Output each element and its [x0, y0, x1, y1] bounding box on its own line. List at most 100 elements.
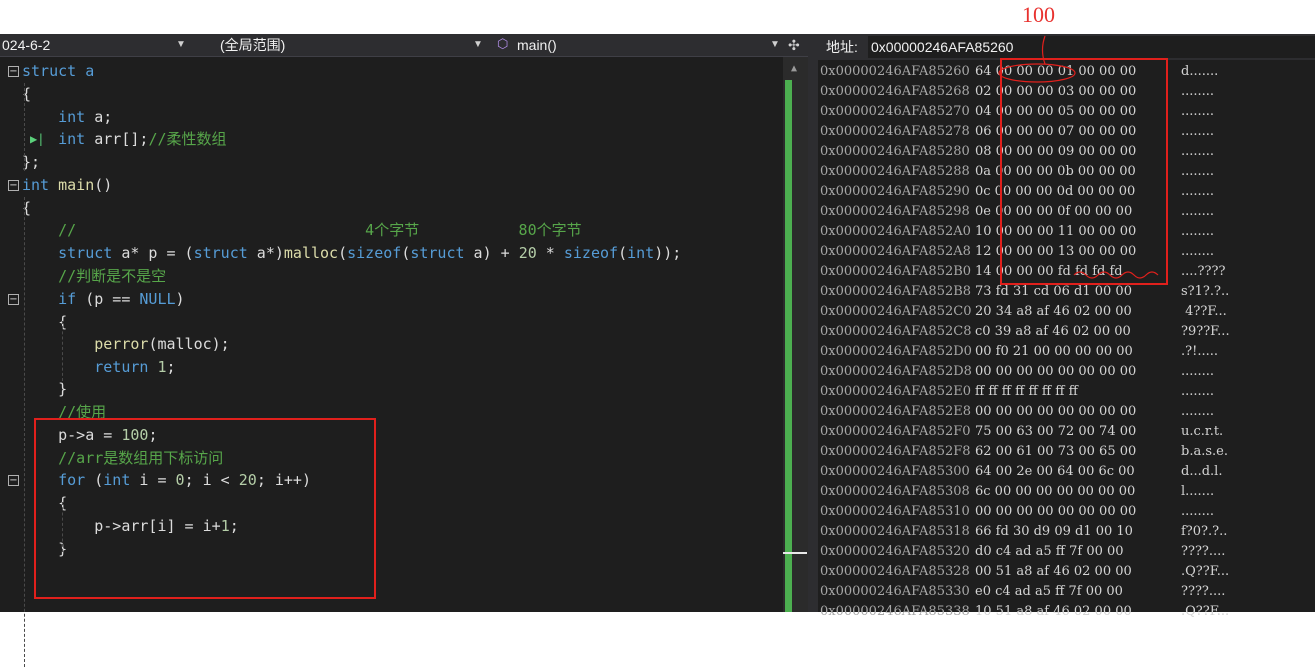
memory-hex-bytes: 73 fd 31 cd 06 d1 00 00	[975, 284, 1132, 299]
code-line[interactable]: int main()	[22, 174, 112, 196]
memory-hex-bytes: 00 f0 21 00 00 00 00 00	[975, 344, 1133, 359]
pane-divider[interactable]	[808, 34, 818, 612]
code-line[interactable]: {	[22, 311, 67, 333]
memory-row[interactable]: 0x00000246AFA852D8 00 00 00 00 00 00 00 0…	[818, 362, 1315, 382]
code-token: ; i <	[184, 471, 239, 489]
code-line[interactable]: }	[22, 378, 67, 400]
code-line[interactable]: for (int i = 0; i < 20; i++)	[22, 469, 311, 491]
code-line[interactable]: struct a	[22, 60, 94, 82]
memory-row[interactable]: 0x00000246AFA85318 66 fd 30 d9 09 d1 00 1…	[818, 522, 1315, 542]
collapse-toggle-icon[interactable]: −	[8, 475, 19, 486]
memory-hex-bytes: 0e 00 00 00 0f 00 00 00	[975, 204, 1133, 219]
memory-row[interactable]: 0x00000246AFA852E8 00 00 00 00 00 00 00 0…	[818, 402, 1315, 422]
scroll-up-icon[interactable]: ▲	[791, 63, 797, 74]
chevron-down-icon[interactable]: ▼	[770, 34, 780, 56]
memory-ascii: .Q??F...	[1181, 604, 1230, 619]
code-line[interactable]: }	[22, 538, 67, 560]
memory-row[interactable]: 0x00000246AFA852B0 14 00 00 00 fd fd fd f…	[818, 262, 1315, 282]
address-input[interactable]: 0x00000246AFA85260	[868, 36, 1315, 58]
memory-row[interactable]: 0x00000246AFA85288 0a 00 00 00 0b 00 00 0…	[818, 162, 1315, 182]
nav-file-dropdown[interactable]: 024-6-2	[2, 34, 50, 56]
memory-row[interactable]: 0x00000246AFA852F0 75 00 63 00 72 00 74 0…	[818, 422, 1315, 442]
memory-row[interactable]: 0x00000246AFA85310 00 00 00 00 00 00 00 0…	[818, 502, 1315, 522]
chevron-down-icon[interactable]: ▼	[176, 34, 186, 56]
collapse-toggle-icon[interactable]: −	[8, 66, 19, 77]
memory-row[interactable]: 0x00000246AFA85290 0c 00 00 00 0d 00 00 0…	[818, 182, 1315, 202]
code-token: {	[22, 313, 68, 331]
memory-row[interactable]: 0x00000246AFA852C0 20 34 a8 af 46 02 00 0…	[818, 302, 1315, 322]
memory-address: 0x00000246AFA85318	[820, 524, 970, 539]
code-token: ;	[166, 358, 176, 376]
memory-address: 0x00000246AFA85288	[820, 164, 970, 179]
memory-hex-bytes: 10 00 00 00 11 00 00 00	[975, 224, 1137, 239]
memory-row[interactable]: 0x00000246AFA85330 e0 c4 ad a5 ff 7f 00 0…	[818, 582, 1315, 602]
memory-ascii: ........	[1181, 164, 1215, 179]
code-line[interactable]: p->a = 100;	[22, 424, 157, 446]
memory-hex-bytes: 0c 00 00 00 0d 00 00 00	[975, 184, 1136, 199]
code-line[interactable]: struct a* p = (struct a*)malloc(sizeof(s…	[22, 242, 681, 264]
memory-ascii: ........	[1181, 104, 1215, 119]
code-token: ));	[654, 244, 682, 262]
code-line[interactable]: int arr[];//柔性数组	[22, 128, 226, 150]
scroll-position-marker	[783, 552, 807, 554]
nav-scope-dropdown[interactable]: (全局范围)	[220, 34, 285, 56]
memory-ascii: ........	[1181, 184, 1215, 199]
memory-row[interactable]: 0x00000246AFA852A8 12 00 00 00 13 00 00 0…	[818, 242, 1315, 262]
code-token: (p ==	[76, 290, 140, 308]
code-line[interactable]: //使用	[22, 401, 106, 423]
code-line[interactable]: perror(malloc);	[22, 333, 229, 355]
memory-hex-bytes: 10 51 a8 af 46 02 00 00	[975, 604, 1132, 619]
memory-row[interactable]: 0x00000246AFA85278 06 00 00 00 07 00 00 0…	[818, 122, 1315, 142]
code-line[interactable]: if (p == NULL)	[22, 288, 184, 310]
memory-row[interactable]: 0x00000246AFA85298 0e 00 00 00 0f 00 00 0…	[818, 202, 1315, 222]
memory-row[interactable]: 0x00000246AFA852A0 10 00 00 00 11 00 00 0…	[818, 222, 1315, 242]
code-line[interactable]: //判断是不是空	[22, 265, 166, 287]
code-line[interactable]: {	[22, 492, 67, 514]
code-line[interactable]: int a;	[22, 106, 112, 128]
code-token: int	[22, 176, 50, 194]
memory-row[interactable]: 0x00000246AFA85300 64 00 2e 00 64 00 6c 0…	[818, 462, 1315, 482]
memory-row[interactable]: 0x00000246AFA85338 10 51 a8 af 46 02 00 0…	[818, 602, 1315, 622]
code-token: a*)	[247, 244, 284, 262]
code-token: main	[49, 176, 95, 194]
code-token: perror	[22, 335, 149, 353]
memory-address: 0x00000246AFA85338	[820, 604, 970, 619]
run-to-click-icon[interactable]: ▶|	[30, 128, 44, 150]
memory-ascii: ........	[1181, 384, 1215, 399]
code-line[interactable]: return 1;	[22, 356, 176, 378]
code-token: 20	[518, 244, 537, 262]
code-line[interactable]: p->arr[i] = i+1;	[22, 515, 239, 537]
memory-row[interactable]: 0x00000246AFA852B8 73 fd 31 cd 06 d1 00 0…	[818, 282, 1315, 302]
memory-row[interactable]: 0x00000246AFA852D0 00 f0 21 00 00 00 00 0…	[818, 342, 1315, 362]
memory-row[interactable]: 0x00000246AFA852F8 62 00 61 00 73 00 65 0…	[818, 442, 1315, 462]
address-bar: 地址: 0x00000246AFA85260	[818, 34, 1315, 60]
memory-address: 0x00000246AFA85278	[820, 124, 970, 139]
chevron-down-icon[interactable]: ▼	[473, 34, 483, 56]
memory-hex-bytes: 66 fd 30 d9 09 d1 00 10	[975, 524, 1133, 539]
code-token: NULL	[139, 290, 176, 308]
memory-address: 0x00000246AFA85280	[820, 144, 970, 159]
code-text-area[interactable]: struct a { int a; int arr[];//柔性数组}; int m…	[0, 57, 783, 667]
split-window-icon[interactable]: ✣	[788, 34, 800, 56]
nav-function-dropdown[interactable]: main()	[517, 34, 557, 56]
memory-row[interactable]: 0x00000246AFA85308 6c 00 00 00 00 00 00 0…	[818, 482, 1315, 502]
memory-address: 0x00000246AFA85328	[820, 564, 970, 579]
memory-row[interactable]: 0x00000246AFA85270 04 00 00 00 05 00 00 0…	[818, 102, 1315, 122]
code-line[interactable]: //arr是数组用下标访问	[22, 447, 223, 469]
collapse-toggle-icon[interactable]: −	[8, 180, 19, 191]
code-line[interactable]: // 4个字节 80个字节	[22, 219, 582, 241]
memory-row[interactable]: 0x00000246AFA85260 64 00 00 00 01 00 00 0…	[818, 62, 1315, 82]
memory-row[interactable]: 0x00000246AFA85268 02 00 00 00 03 00 00 0…	[818, 82, 1315, 102]
memory-row[interactable]: 0x00000246AFA852E0 ff ff ff ff ff ff ff f…	[818, 382, 1315, 402]
code-token: arr[];	[85, 130, 149, 148]
memory-row[interactable]: 0x00000246AFA85280 08 00 00 00 09 00 00 0…	[818, 142, 1315, 162]
collapse-toggle-icon[interactable]: −	[8, 294, 19, 305]
memory-hex-bytes: 06 00 00 00 07 00 00 00	[975, 124, 1137, 139]
memory-row[interactable]: 0x00000246AFA85320 d0 c4 ad a5 ff 7f 00 0…	[818, 542, 1315, 562]
indent-guide	[24, 83, 25, 171]
memory-row[interactable]: 0x00000246AFA85328 00 51 a8 af 46 02 00 0…	[818, 562, 1315, 582]
memory-ascii: d...d.l.	[1181, 464, 1223, 479]
code-token: 20	[238, 471, 257, 489]
memory-row[interactable]: 0x00000246AFA852C8 c0 39 a8 af 46 02 00 0…	[818, 322, 1315, 342]
memory-ascii: f?0?.?..	[1181, 524, 1228, 539]
